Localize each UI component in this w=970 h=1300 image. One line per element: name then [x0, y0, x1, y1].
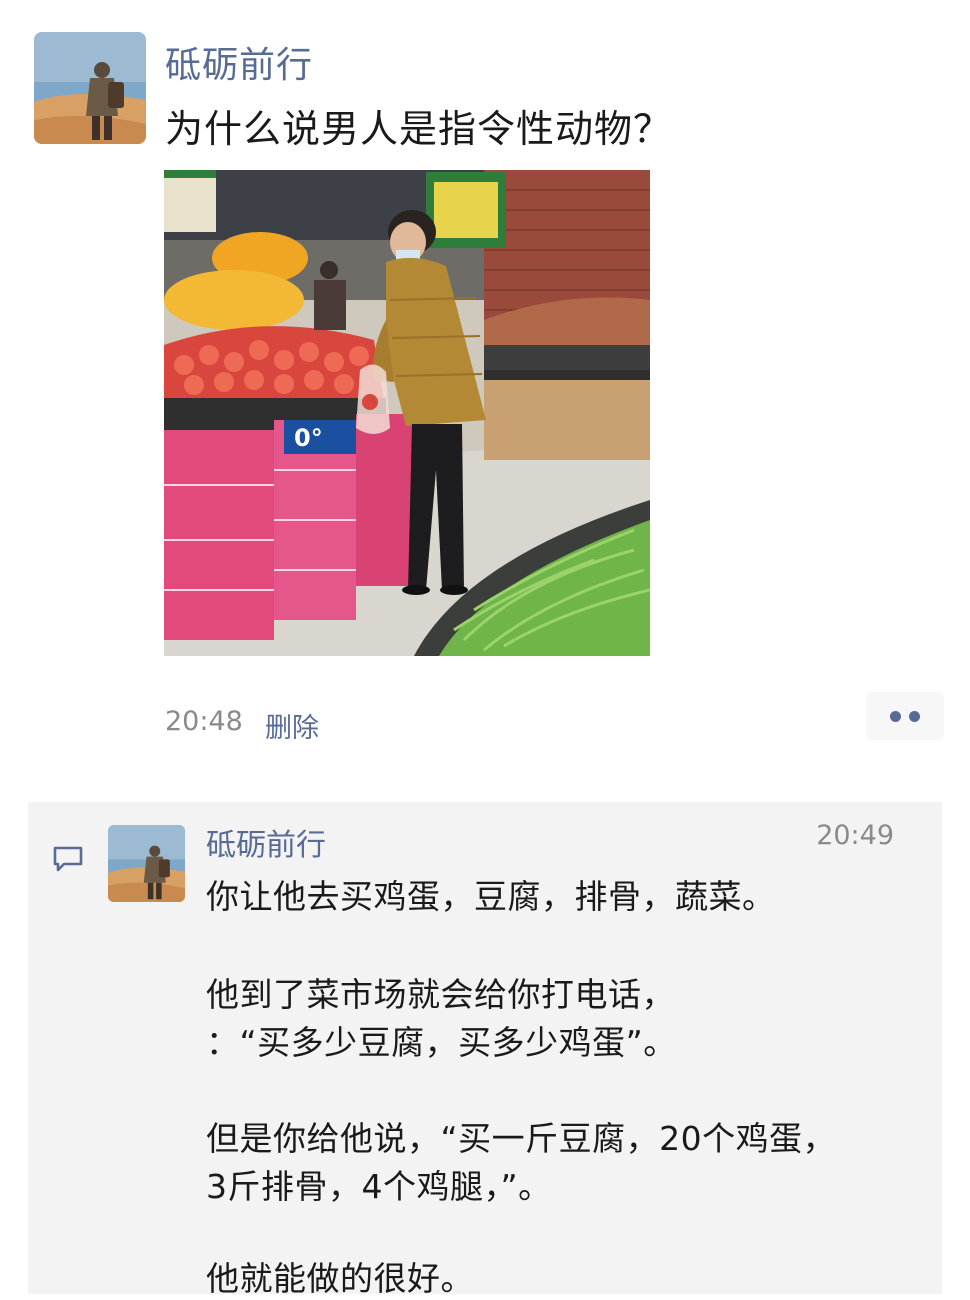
comment-line: ：“买多少豆腐，买多少鸡蛋”。: [206, 1023, 677, 1062]
post-timestamp: 20:48: [165, 706, 243, 737]
comment-line: 3斤排骨，4个鸡腿，”。: [206, 1167, 552, 1206]
post-avatar[interactable]: [34, 32, 146, 144]
comment-line: 但是你给他说，“买一斤豆腐，20个鸡蛋，: [206, 1119, 837, 1158]
comment-author-name[interactable]: 砥砺前行: [206, 820, 326, 864]
comment-timestamp: 20:49: [816, 820, 894, 851]
more-dots-icon: [909, 711, 920, 722]
comment-line: 他到了菜市场就会给你打电话，: [206, 975, 675, 1014]
post-photo[interactable]: 0°: [164, 170, 650, 656]
more-dots-icon: [890, 711, 901, 722]
delete-button[interactable]: 删除: [265, 706, 319, 745]
post-text: 为什么说男人是指令性动物？: [165, 107, 673, 151]
comment-bubble-icon: [53, 846, 83, 872]
comment-avatar[interactable]: [108, 825, 185, 902]
comment-line: 你让他去买鸡蛋，豆腐，排骨，蔬菜。: [206, 877, 776, 916]
more-actions-button[interactable]: [866, 692, 944, 740]
comment-line: 他就能做的很好。: [206, 1259, 474, 1298]
post-author-name[interactable]: 砥砺前行: [165, 36, 313, 88]
photo-sign-text: 0°: [294, 424, 323, 452]
